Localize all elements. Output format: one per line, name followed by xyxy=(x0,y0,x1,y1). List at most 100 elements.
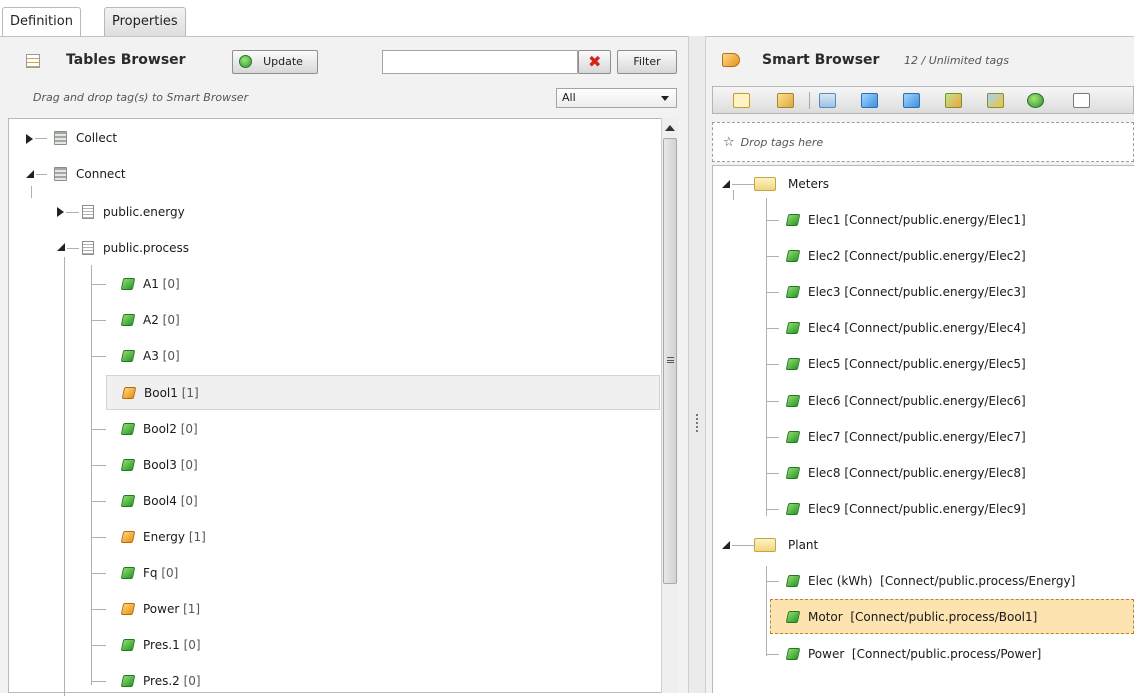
tag-icon xyxy=(120,278,136,290)
tree-scrollbar[interactable] xyxy=(661,118,678,693)
smart-tag-row-selected[interactable]: Motor [Connect/public.process/Bool1] xyxy=(770,599,1134,634)
tag-icon xyxy=(785,214,801,226)
smart-browser-toolbar xyxy=(712,86,1134,114)
smart-tag-row[interactable]: Elec9 [Connect/public.energy/Elec9] xyxy=(767,491,1127,527)
collapse-arrow-icon[interactable] xyxy=(722,180,730,188)
expand-arrow-icon[interactable] xyxy=(26,134,33,144)
tag-icon xyxy=(785,575,801,587)
tag-row[interactable]: A2 [0] xyxy=(92,302,658,338)
tag-icon xyxy=(120,314,136,326)
collapse-arrow-icon[interactable] xyxy=(722,541,730,549)
tree-node-connect[interactable]: Connect xyxy=(22,156,642,192)
tag-icon xyxy=(785,358,801,370)
smart-tag-row[interactable]: Power [Connect/public.process/Power] xyxy=(767,636,1127,672)
tag-row[interactable]: Bool2 [0] xyxy=(92,411,658,447)
tab-properties[interactable]: Properties xyxy=(104,7,186,36)
tag-icon xyxy=(785,250,801,262)
tag-row-selected[interactable]: Bool1 [1] xyxy=(106,375,660,410)
smart-tag-row[interactable]: Elec8 [Connect/public.energy/Elec8] xyxy=(767,455,1127,491)
remove-tag-icon[interactable] xyxy=(903,93,920,108)
tag-row[interactable]: A3 [0] xyxy=(92,338,658,374)
tree-node-public-process[interactable]: public.process xyxy=(54,230,644,266)
collapse-arrow-icon[interactable] xyxy=(57,243,65,251)
edit-tag-icon[interactable] xyxy=(777,93,794,108)
globe-icon[interactable] xyxy=(1027,93,1044,108)
smart-tag-row[interactable]: Elec1 [Connect/public.energy/Elec1] xyxy=(767,202,1127,238)
folder-icon xyxy=(754,538,776,552)
tag-icon xyxy=(120,423,136,435)
smart-tag-row[interactable]: Elec7 [Connect/public.energy/Elec7] xyxy=(767,419,1127,455)
tag-icon xyxy=(785,467,801,479)
smart-tag-row[interactable]: Elec2 [Connect/public.energy/Elec2] xyxy=(767,238,1127,274)
drag-hint: Drag and drop tag(s) to Smart Browser xyxy=(33,91,249,104)
tag-count: 12 / Unlimited tags xyxy=(904,54,1009,67)
table-icon xyxy=(82,241,94,255)
tag-icon xyxy=(121,386,137,399)
tag-icon xyxy=(120,531,136,543)
tag-icon xyxy=(120,603,136,615)
clear-filter-button[interactable]: ✖ xyxy=(578,50,611,74)
type-select[interactable]: All xyxy=(556,88,677,108)
tag-icon xyxy=(785,322,801,334)
tree-node-collect[interactable]: Collect xyxy=(22,120,642,156)
database-icon xyxy=(54,131,67,145)
update-button[interactable]: Update xyxy=(232,50,318,74)
collapse-arrow-icon[interactable] xyxy=(26,170,34,178)
tree-node-public-energy[interactable]: public.energy xyxy=(54,194,644,230)
tab-definition[interactable]: Definition xyxy=(2,7,81,37)
move-tag-icon[interactable] xyxy=(945,93,962,108)
tag-row[interactable]: Power [1] xyxy=(92,591,658,627)
tag-row[interactable]: Pres.2 [0] xyxy=(92,663,658,699)
smart-tag-row[interactable]: Elec5 [Connect/public.energy/Elec5] xyxy=(767,346,1127,382)
tag-icon xyxy=(785,395,801,407)
table-icon xyxy=(82,205,94,219)
smart-tag-row[interactable]: Elec3 [Connect/public.energy/Elec3] xyxy=(767,274,1127,310)
tag-icon xyxy=(120,495,136,507)
tag-icon xyxy=(120,639,136,651)
tables-browser-title: Tables Browser xyxy=(66,52,186,68)
scroll-up-icon[interactable] xyxy=(665,125,675,131)
expand-arrow-icon[interactable] xyxy=(57,207,64,217)
tag-row[interactable]: A1 [0] xyxy=(92,266,658,302)
tag-icon xyxy=(120,567,136,579)
database-icon xyxy=(54,167,67,181)
drop-zone[interactable]: ☆ Drop tags here xyxy=(712,122,1134,162)
tag-icon xyxy=(785,610,801,623)
tag-row[interactable]: Bool4 [0] xyxy=(92,483,658,519)
export-icon[interactable] xyxy=(1073,93,1090,108)
tables-browser-icon xyxy=(26,54,40,68)
warning-tag-icon[interactable] xyxy=(987,93,1004,108)
tag-icon xyxy=(785,503,801,515)
refresh-icon xyxy=(239,55,252,68)
tag-row[interactable]: Pres.1 [0] xyxy=(92,627,658,663)
clear-icon: ✖ xyxy=(588,52,602,71)
tag-icon xyxy=(785,648,801,660)
smart-browser-title: Smart Browser xyxy=(762,52,880,68)
folder-icon xyxy=(754,177,776,191)
tag-row[interactable]: Energy [1] xyxy=(92,519,658,555)
tag-row[interactable]: Bool3 [0] xyxy=(92,447,658,483)
tag-icon xyxy=(785,286,801,298)
tree-line xyxy=(64,257,65,696)
smart-browser-icon xyxy=(722,53,740,67)
star-icon: ☆ xyxy=(723,134,735,150)
tag-icon xyxy=(120,350,136,362)
smart-tag-row[interactable]: Elec (kWh) [Connect/public.process/Energ… xyxy=(767,563,1127,599)
tab-bar: Definition Properties xyxy=(0,0,1134,37)
scrollbar-thumb[interactable] xyxy=(663,138,677,584)
smart-tag-row[interactable]: Elec4 [Connect/public.energy/Elec4] xyxy=(767,310,1127,346)
filter-button[interactable]: Filter xyxy=(617,50,677,74)
tag-row[interactable]: Fq [0] xyxy=(92,555,658,591)
tag-icon xyxy=(120,459,136,471)
filter-input[interactable] xyxy=(382,50,578,74)
tag-icon xyxy=(120,675,136,687)
new-folder-icon[interactable] xyxy=(733,93,750,108)
tag-icon xyxy=(785,431,801,443)
group-plant[interactable]: Plant xyxy=(718,527,1118,563)
link-tags-icon[interactable] xyxy=(861,93,878,108)
panel-splitter[interactable] xyxy=(688,36,706,693)
add-view-icon[interactable] xyxy=(819,93,836,108)
smart-tag-row[interactable]: Elec6 [Connect/public.energy/Elec6] xyxy=(767,383,1127,419)
chevron-down-icon xyxy=(661,96,669,101)
group-meters[interactable]: Meters xyxy=(718,166,1118,202)
